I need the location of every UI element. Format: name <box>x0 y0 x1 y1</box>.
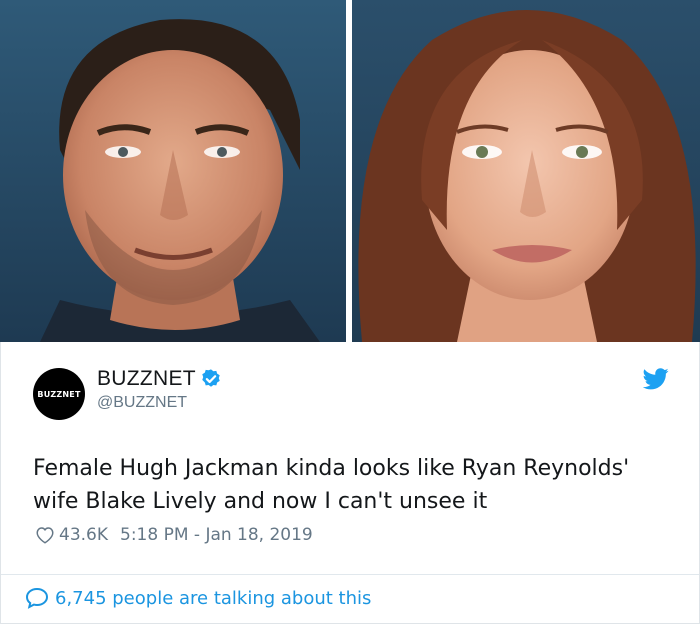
tweet-text: Female Hugh Jackman kinda looks like Rya… <box>33 456 630 514</box>
photo-collage <box>0 0 700 342</box>
conversation-link[interactable]: 6,745 people are talking about this <box>25 587 371 609</box>
speech-bubble-icon <box>25 587 49 609</box>
avatar[interactable]: BUZZNET <box>33 368 85 420</box>
divider <box>1 574 699 575</box>
portrait-photo-left[interactable] <box>0 0 346 342</box>
author-handle[interactable]: @BUZZNET <box>97 394 187 412</box>
conversation-count: 6,745 people are talking about this <box>55 587 372 609</box>
author-name-row: BUZZNET <box>97 367 222 391</box>
avatar-logo-text: BUZZNET <box>37 389 81 399</box>
like-count[interactable]: 43.6K <box>59 525 108 545</box>
tweet-meta: 43.6K 5:18 PM - Jan 18, 2019 <box>35 525 313 545</box>
portrait-woman-image <box>352 0 700 342</box>
verified-badge-icon <box>202 369 220 387</box>
twitter-bird-icon[interactable] <box>643 368 669 390</box>
tweet-card: BUZZNET BUZZNET @BUZZNET Female Hugh Jac… <box>0 342 700 624</box>
author-display-name[interactable]: BUZZNET <box>97 367 196 391</box>
tweet-timestamp[interactable]: 5:18 PM - Jan 18, 2019 <box>120 525 313 545</box>
portrait-photo-right[interactable] <box>352 0 700 342</box>
portrait-man-image <box>0 0 346 342</box>
heart-icon[interactable] <box>35 526 55 544</box>
